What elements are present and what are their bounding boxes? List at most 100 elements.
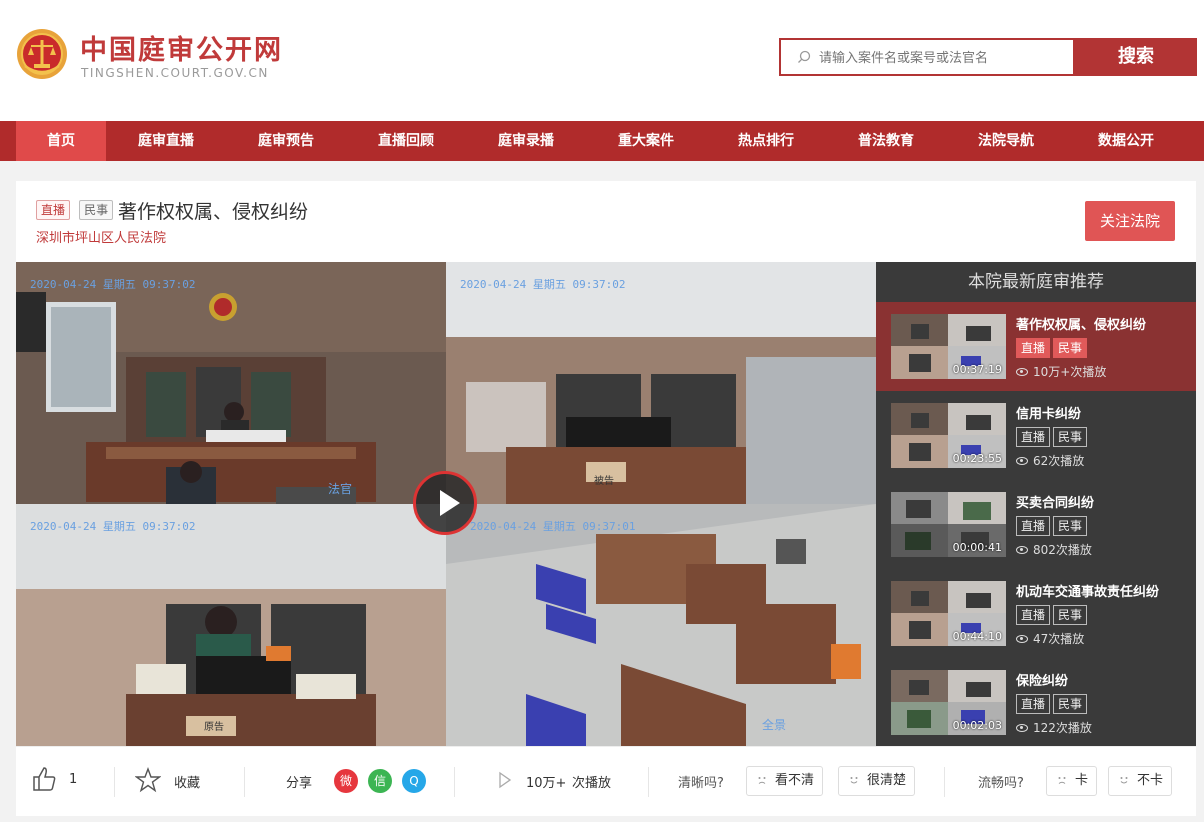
recommend-title[interactable]: 保险纠纷 <box>1016 670 1068 689</box>
divider <box>244 767 245 797</box>
nav-item-home[interactable]: 首页 <box>16 121 106 161</box>
recommend-title[interactable]: 机动车交通事故责任纠纷 <box>1016 581 1159 600</box>
nav-item-law-education[interactable]: 普法教育 <box>826 121 946 161</box>
case-tags: 直播 民事 <box>36 199 114 225</box>
eye-icon <box>1016 724 1028 732</box>
recommend-thumbnail[interactable]: 00:02:03 <box>891 670 1006 735</box>
clarity-good-button[interactable]: 很清楚 <box>838 766 916 796</box>
follow-court-button[interactable]: 关注法院 <box>1085 201 1175 241</box>
recommend-duration: 00:00:41 <box>952 541 1002 554</box>
eye-icon <box>1016 546 1028 554</box>
recommend-item[interactable]: 00:44:10 机动车交通事故责任纠纷 直播 民事 47次播放 <box>876 569 1196 658</box>
clarity-bad-button[interactable]: 看不清 <box>746 766 824 796</box>
label-plaintiff: 原告 <box>204 722 224 733</box>
sad-face-icon <box>1058 777 1066 784</box>
recommend-duration: 00:37:19 <box>952 363 1002 376</box>
recommend-tags: 直播 民事 <box>1016 426 1090 447</box>
share-label: 分享 <box>286 776 313 791</box>
recommend-duration: 00:44:10 <box>952 630 1002 643</box>
recommend-views: 802次播放 <box>1016 541 1092 558</box>
tag-civil: 民事 <box>1053 694 1088 714</box>
recommend-title[interactable]: 信用卡纠纷 <box>1016 403 1081 422</box>
recommend-sidebar: 本院最新庭审推荐 00:37:19 著作权权属、侵权纠纷 直播 民事 10万+次播… <box>876 262 1196 746</box>
play-count: 10万+ <box>526 776 567 791</box>
header: 中国庭审公开网 TINGSHEN.COURT.GOV.CN 搜索 <box>0 0 1204 121</box>
label-defendant: 被告 <box>594 476 614 487</box>
nav-item-review[interactable]: 直播回顾 <box>346 121 466 161</box>
action-bar: 1 收藏 分享 微 信 Q 10万+ 次播放 清晰吗? 看不清 很清楚 流畅吗? <box>16 746 1196 816</box>
search-button[interactable]: 搜索 <box>1075 38 1197 76</box>
favorite-label[interactable]: 收藏 <box>174 772 200 791</box>
divider <box>454 767 455 797</box>
video-feed-plaintiff: 2020-04-24 星期五 09:37:02 原告 <box>16 504 446 746</box>
nav-item-preview[interactable]: 庭审预告 <box>226 121 346 161</box>
label-panorama: 全景 <box>762 718 787 732</box>
timestamp-panorama: 2020-04-24 星期五 09:37:01 <box>470 520 636 533</box>
defendant-scene <box>446 262 876 504</box>
recommend-views: 10万+次播放 <box>1016 363 1106 380</box>
smooth-question: 流畅吗? <box>978 776 1024 791</box>
smile-face-icon <box>1120 777 1128 784</box>
smile-face-icon <box>850 777 858 784</box>
sad-face-icon <box>758 777 766 784</box>
main-nav: 首页 庭审直播 庭审预告 直播回顾 庭审录播 重大案件 热点排行 普法教育 法院… <box>0 121 1204 161</box>
recommend-thumbnail[interactable]: 00:00:41 <box>891 492 1006 557</box>
tag-civil: 民事 <box>1053 427 1088 447</box>
recommend-views: 62次播放 <box>1016 452 1084 469</box>
smooth-bad-button[interactable]: 卡 <box>1046 766 1098 796</box>
nav-item-data-open[interactable]: 数据公开 <box>1066 121 1186 161</box>
like-count: 1 <box>69 772 78 787</box>
video-player[interactable]: 2020-04-24 星期五 09:37:02 法官 2020-04-24 星期… <box>16 262 876 746</box>
court-emblem-icon[interactable] <box>16 26 68 82</box>
plaintiff-scene <box>16 504 446 746</box>
nav-item-hot-ranking[interactable]: 热点排行 <box>706 121 826 161</box>
panorama-scene <box>446 504 876 746</box>
video-feed-panorama: 2020-04-24 星期五 09:37:01 全景 <box>446 504 876 746</box>
clarity-question: 清晰吗? <box>678 776 724 791</box>
search-input[interactable] <box>819 46 1059 70</box>
recommend-duration: 00:23:55 <box>952 452 1002 465</box>
label-judge: 法官 <box>328 482 353 496</box>
tag-civil: 民事 <box>1053 516 1088 536</box>
wechat-icon[interactable]: 信 <box>368 769 392 793</box>
video-feed-defendant: 2020-04-24 星期五 09:37:02 被告 <box>446 262 876 504</box>
thumbs-up-icon[interactable] <box>32 766 56 792</box>
judge-scene <box>16 262 446 504</box>
case-title: 著作权权属、侵权纠纷 <box>118 201 309 223</box>
tag-live: 直播 <box>1016 694 1051 714</box>
star-icon[interactable] <box>135 767 161 793</box>
weibo-icon[interactable]: 微 <box>334 769 358 793</box>
recommend-thumbnail[interactable]: 00:23:55 <box>891 403 1006 468</box>
tag-civil: 民事 <box>1053 338 1088 358</box>
recommend-item[interactable]: 00:23:55 信用卡纠纷 直播 民事 62次播放 <box>876 391 1196 480</box>
recommend-thumbnail[interactable]: 00:37:19 <box>891 314 1006 379</box>
qq-icon[interactable]: Q <box>402 769 426 793</box>
court-name[interactable]: 深圳市坪山区人民法院 <box>36 227 166 246</box>
recommend-item[interactable]: 00:02:03 保险纠纷 直播 民事 122次播放 <box>876 658 1196 747</box>
recommend-tags: 直播 民事 <box>1016 337 1090 358</box>
tag-live: 直播 <box>1016 516 1051 536</box>
search-icon <box>798 50 811 63</box>
live-tag: 直播 <box>36 200 71 220</box>
nav-item-major-cases[interactable]: 重大案件 <box>586 121 706 161</box>
site-title[interactable]: 中国庭审公开网 <box>80 28 283 67</box>
smooth-good-button[interactable]: 不卡 <box>1108 766 1173 796</box>
timestamp-defendant: 2020-04-24 星期五 09:37:02 <box>460 278 626 291</box>
divider <box>114 767 115 797</box>
nav-item-recorded[interactable]: 庭审录播 <box>466 121 586 161</box>
tag-live: 直播 <box>1016 605 1051 625</box>
recommend-views: 47次播放 <box>1016 630 1084 647</box>
timestamp-plaintiff: 2020-04-24 星期五 09:37:02 <box>30 520 196 533</box>
recommend-item[interactable]: 00:37:19 著作权权属、侵权纠纷 直播 民事 10万+次播放 <box>876 302 1196 391</box>
nav-item-live[interactable]: 庭审直播 <box>106 121 226 161</box>
tag-civil: 民事 <box>1053 605 1088 625</box>
play-button[interactable] <box>413 471 477 535</box>
nav-item-court-navigation[interactable]: 法院导航 <box>946 121 1066 161</box>
recommend-item[interactable]: 00:00:41 买卖合同纠纷 直播 民事 802次播放 <box>876 480 1196 569</box>
case-type-tag: 民事 <box>79 200 114 220</box>
recommend-thumbnail[interactable]: 00:44:10 <box>891 581 1006 646</box>
case-card: 直播 民事 著作权权属、侵权纠纷 深圳市坪山区人民法院 关注法院 2020-04… <box>16 181 1196 816</box>
play-count-icon <box>499 771 512 789</box>
recommend-title[interactable]: 买卖合同纠纷 <box>1016 492 1094 511</box>
recommend-title[interactable]: 著作权权属、侵权纠纷 <box>1016 314 1146 333</box>
